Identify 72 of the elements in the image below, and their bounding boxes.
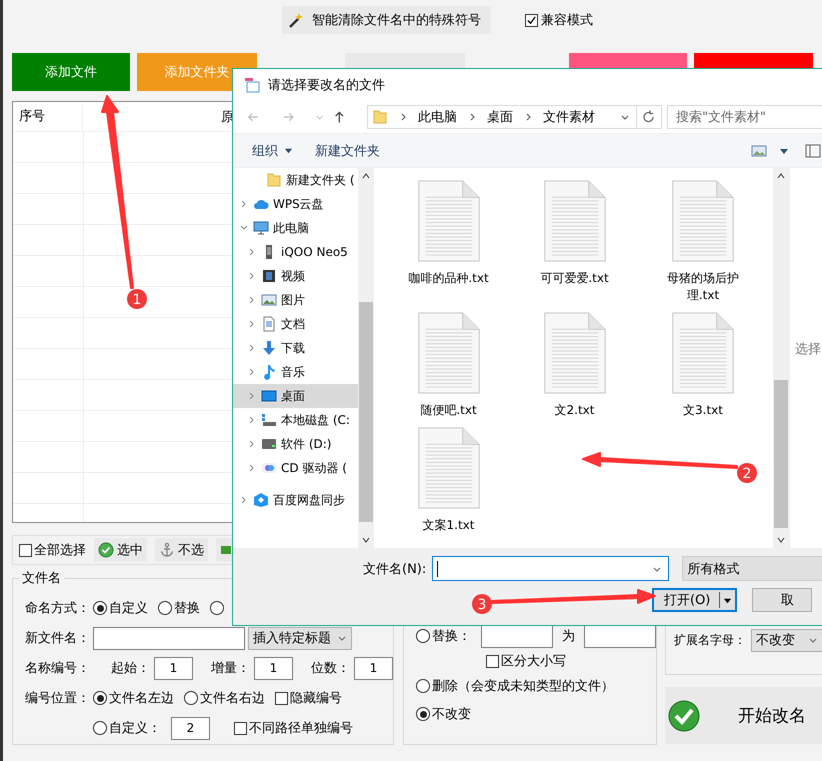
option-label: 自定义: [109, 600, 148, 617]
option-label: 替换: [174, 600, 200, 617]
file-item[interactable]: 母猪的场后护理.txt: [638, 180, 768, 304]
breadcrumb-item[interactable]: 桌面: [487, 108, 514, 126]
number-field[interactable]: 1: [254, 656, 293, 680]
nav-item[interactable]: 本地磁盘 (C:: [233, 408, 358, 432]
field-label: 新文件名：: [25, 630, 91, 647]
clean-names-button[interactable]: 智能清除文件名中的特殊符号: [282, 6, 491, 34]
number-field[interactable]: 1: [154, 656, 193, 680]
option-label: 不改变: [432, 706, 471, 723]
field-label: 名称编号：: [25, 660, 91, 677]
open-button[interactable]: 打开(O): [652, 588, 737, 612]
field-label: 为: [562, 628, 575, 645]
nav-item[interactable]: 桌面: [233, 384, 358, 408]
select-button[interactable]: 选中: [94, 538, 147, 562]
number-field[interactable]: 1: [354, 656, 393, 680]
insert-title-dropdown[interactable]: 插入特定标题: [248, 626, 352, 650]
file-item[interactable]: 文2.txt: [511, 312, 638, 419]
select-all-label: 全部选择: [34, 542, 86, 559]
nav-item[interactable]: 此电脑: [233, 216, 358, 240]
option-label: 区分大小写: [501, 653, 566, 670]
toolbar-button[interactable]: 添加文件: [12, 53, 130, 91]
file-item[interactable]: 文案1.txt: [386, 427, 511, 534]
breadcrumb-item[interactable]: 文件素材: [543, 108, 596, 126]
deselect-button[interactable]: 不选: [155, 538, 208, 562]
nav-item[interactable]: 视频: [233, 264, 358, 288]
nav-item[interactable]: 百度网盘同步: [233, 488, 358, 512]
field-label: 命名方式：: [25, 600, 91, 617]
nav-item[interactable]: WPS云盘: [233, 192, 358, 216]
file-item[interactable]: 可可爱爱.txt: [511, 180, 638, 304]
file-type-dropdown[interactable]: 所有格式: [682, 556, 822, 581]
nav-item[interactable]: 软件 (D:): [233, 432, 358, 456]
option-label: 替换：: [432, 628, 471, 645]
nav-item[interactable]: CD 驱动器 (: [233, 456, 358, 480]
nav-item[interactable]: 图片: [233, 288, 358, 312]
nav-item[interactable]: 文档: [233, 312, 358, 336]
extension-case-dropdown[interactable]: 不改变: [751, 628, 822, 652]
filename-label: 文件名(N):: [363, 560, 426, 578]
nav-item[interactable]: 下载: [233, 336, 358, 360]
column-header[interactable]: 序号: [13, 104, 83, 128]
step-badge: 2: [737, 463, 757, 483]
step-badge: 3: [472, 594, 492, 614]
dialog-title: 请选择要改名的文件: [268, 77, 385, 94]
field-label: 增量：: [211, 660, 250, 677]
nav-item[interactable]: iQOO Neo5: [233, 240, 358, 264]
address-bar[interactable]: 此电脑 桌面 文件素材: [367, 105, 662, 129]
file-item[interactable]: 咖啡的品种.txt: [386, 180, 511, 304]
breadcrumb-item[interactable]: 此电脑: [418, 108, 458, 126]
field-label: 扩展名字母：: [674, 632, 746, 648]
nav-item[interactable]: 音乐: [233, 360, 358, 384]
position-field[interactable]: 2: [171, 716, 210, 740]
option-label: 文件名左边: [109, 690, 174, 707]
option-label: 不同路径单独编号: [249, 720, 353, 737]
cancel-button[interactable]: 取: [752, 588, 812, 612]
step-badge: 1: [127, 289, 147, 309]
start-rename-button[interactable]: 开始改名: [665, 687, 822, 744]
new-folder-button[interactable]: 新建文件夹: [311, 142, 384, 160]
field-label: 起始：: [111, 660, 150, 677]
option-label: 自定义：: [109, 720, 161, 737]
option-label: 文件名右边: [200, 690, 265, 707]
option-label: 删除（会变成未知类型的文件）: [432, 678, 614, 695]
file-item[interactable]: 文3.txt: [638, 312, 768, 419]
field-label: 位数：: [311, 660, 350, 677]
preview-hint: 选择: [795, 341, 821, 358]
file-item[interactable]: 随便吧.txt: [386, 312, 511, 419]
organize-menu[interactable]: 组织: [248, 142, 297, 160]
option-label: 隐藏编号: [290, 690, 342, 707]
nav-item[interactable]: 新建文件夹 (: [233, 168, 358, 192]
search-field[interactable]: 搜索"文件素材": [667, 105, 822, 129]
group-title: 文件名: [21, 570, 62, 587]
compat-label: 兼容模式: [541, 12, 593, 29]
field-label: 编号位置：: [25, 690, 91, 707]
